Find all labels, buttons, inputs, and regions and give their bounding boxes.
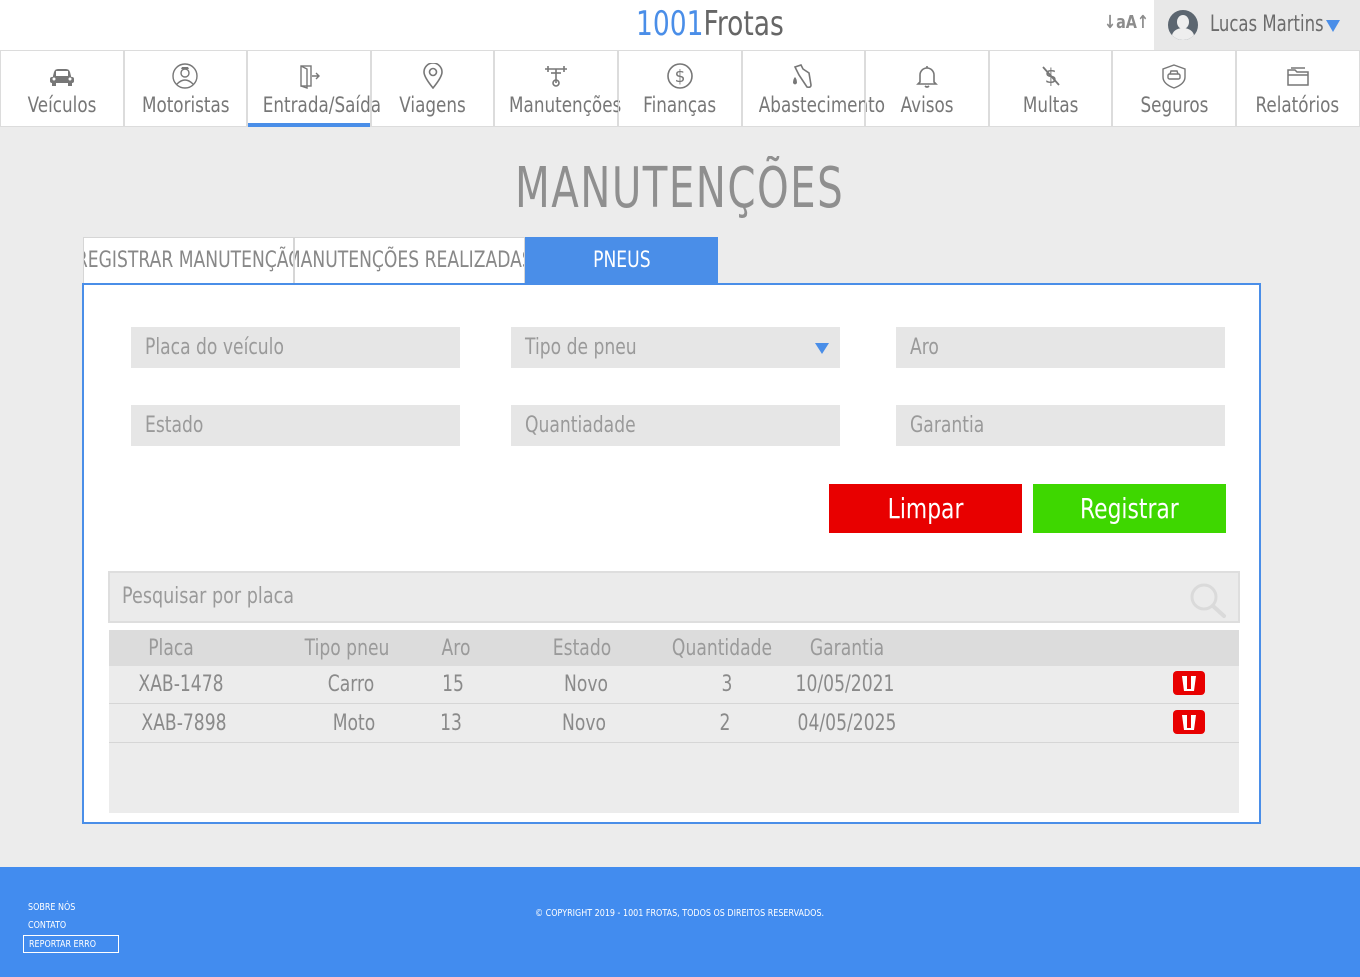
header-aro: Aro bbox=[441, 636, 471, 661]
nav-item-seguros[interactable]: Seguros bbox=[1112, 51, 1236, 127]
fine-icon: $ bbox=[1041, 64, 1060, 88]
tires-panel: Placa do veículo Tipo de pneu Aro Estado… bbox=[82, 283, 1261, 824]
nav-item-financas[interactable]: $ Finanças bbox=[617, 51, 742, 127]
dollar-icon: $ bbox=[666, 63, 693, 89]
nav-label-motoristas: Motoristas bbox=[141, 93, 230, 117]
chevron-down-icon bbox=[815, 343, 829, 354]
cell-tipo-pneu: Moto bbox=[332, 711, 376, 736]
trash-icon bbox=[1182, 676, 1196, 691]
fuel-nozzle-icon bbox=[793, 64, 813, 89]
chevron-down-icon[interactable] bbox=[1326, 20, 1340, 32]
logo-text: Frotas bbox=[703, 4, 784, 44]
table-header: Placa Tipo pneu Aro Estado Quantidade Ga… bbox=[109, 630, 1239, 666]
map-pin-icon bbox=[422, 63, 443, 89]
nav-label-financas: Finanças bbox=[643, 93, 717, 117]
cell-aro: 13 bbox=[440, 711, 462, 736]
tab-registrar-manutencao[interactable]: REGISTRAR MANUTENÇÃO bbox=[83, 237, 294, 284]
app-logo[interactable]: 1001Frotas bbox=[636, 4, 784, 44]
cell-aro: 15 bbox=[442, 672, 464, 697]
door-exit-icon bbox=[300, 65, 320, 89]
insurance-car-icon bbox=[1162, 64, 1186, 89]
nav-label-relatorios: Relatórios bbox=[1255, 93, 1340, 117]
table-row[interactable]: XAB-7898 Moto 13 Novo 2 04/05/2025 bbox=[109, 705, 1239, 743]
svg-text:$: $ bbox=[674, 67, 685, 87]
bell-icon bbox=[916, 66, 938, 88]
nav-item-entrada-saida[interactable]: Entrada/Saída bbox=[247, 51, 382, 127]
nav-item-manutencoes[interactable]: Manutenções bbox=[494, 51, 622, 127]
state-field[interactable]: Estado bbox=[131, 405, 460, 446]
logo-number: 1001 bbox=[636, 4, 704, 44]
cell-tipo-pneu: Carro bbox=[327, 672, 375, 697]
search-placeholder: Pesquisar por placa bbox=[122, 584, 295, 609]
driver-icon bbox=[172, 63, 199, 89]
footer-link-contato[interactable]: CONTATO bbox=[23, 917, 119, 935]
cell-placa: XAB-1478 bbox=[138, 672, 224, 697]
cell-garantia: 10/05/2021 bbox=[795, 672, 895, 697]
main-nav: Veículos Motoristas Entrada/Saída Viagen… bbox=[0, 50, 1360, 127]
avatar bbox=[1166, 8, 1200, 42]
top-bar: 1001Frotas ↓aA↑ Lucas Martins bbox=[0, 0, 1360, 50]
cell-estado: Novo bbox=[564, 672, 608, 697]
header-placa: Placa bbox=[148, 636, 194, 661]
trash-icon bbox=[1182, 715, 1196, 730]
folder-icon bbox=[1286, 67, 1309, 86]
nav-label-entrada-saida: Entrada/Saída bbox=[262, 93, 382, 117]
cell-quantidade: 2 bbox=[719, 711, 731, 736]
wrench-icon bbox=[545, 66, 568, 87]
cell-quantidade: 3 bbox=[721, 672, 733, 697]
nav-item-veiculos[interactable]: Veículos bbox=[0, 51, 124, 127]
rim-field[interactable]: Aro bbox=[896, 327, 1225, 368]
user-menu[interactable]: Lucas Martins bbox=[1154, 0, 1360, 50]
nav-label-veiculos: Veículos bbox=[27, 93, 97, 117]
quantity-field[interactable]: Quantiadade bbox=[511, 405, 840, 446]
header-tipo-pneu: Tipo pneu bbox=[304, 636, 390, 661]
font-size-control[interactable]: ↓aA↑ bbox=[1104, 12, 1149, 33]
search-input[interactable]: Pesquisar por placa bbox=[108, 571, 1240, 623]
nav-item-relatorios[interactable]: Relatórios bbox=[1235, 51, 1360, 127]
tire-type-select[interactable]: Tipo de pneu bbox=[511, 327, 840, 368]
report-error-button[interactable]: REPORTAR ERRO bbox=[23, 935, 119, 953]
clear-button[interactable]: Limpar bbox=[829, 484, 1022, 533]
table-row[interactable]: XAB-1478 Carro 15 Novo 3 10/05/2021 bbox=[109, 666, 1239, 704]
cell-placa: XAB-7898 bbox=[141, 711, 227, 736]
nav-item-multas[interactable]: $ Multas bbox=[988, 51, 1113, 127]
cell-estado: Novo bbox=[562, 711, 606, 736]
user-name: Lucas Martins bbox=[1210, 12, 1324, 37]
search-icon[interactable] bbox=[1188, 581, 1228, 619]
nav-item-avisos[interactable]: Avisos bbox=[865, 51, 989, 127]
footer: SOBRE NÓS CONTATO REPORTAR ERRO © COPYRI… bbox=[0, 867, 1360, 977]
nav-label-multas: Multas bbox=[1022, 93, 1079, 117]
nav-item-motoristas[interactable]: Motoristas bbox=[123, 51, 248, 127]
warranty-field[interactable]: Garantia bbox=[896, 405, 1225, 446]
delete-button[interactable] bbox=[1173, 671, 1205, 695]
nav-label-abastecimento: Abastecimento bbox=[758, 93, 885, 117]
tab-manutencoes-realizadas[interactable]: MANUTENÇÕES REALIZADAS bbox=[294, 237, 525, 284]
nav-label-manutencoes: Manutenções bbox=[509, 93, 622, 117]
tab-bar: REGISTRAR MANUTENÇÃO MANUTENÇÕES REALIZA… bbox=[83, 237, 718, 284]
nav-item-viagens[interactable]: Viagens bbox=[370, 51, 495, 127]
cell-garantia: 04/05/2025 bbox=[797, 711, 897, 736]
nav-label-seguros: Seguros bbox=[1140, 93, 1209, 117]
register-button[interactable]: Registrar bbox=[1033, 484, 1226, 533]
nav-label-viagens: Viagens bbox=[399, 93, 466, 117]
nav-label-avisos: Avisos bbox=[900, 93, 954, 117]
nav-item-abastecimento[interactable]: Abastecimento bbox=[741, 51, 885, 127]
plate-field[interactable]: Placa do veículo bbox=[131, 327, 460, 368]
tires-table: Placa Tipo pneu Aro Estado Quantidade Ga… bbox=[109, 630, 1239, 813]
tab-pneus[interactable]: PNEUS bbox=[525, 237, 718, 284]
header-quantidade: Quantidade bbox=[671, 636, 773, 661]
car-icon bbox=[49, 69, 74, 86]
copyright-text: © COPYRIGHT 2019 - 1001 FROTAS, TODOS OS… bbox=[535, 908, 825, 919]
page-title: MANUTENÇÕES bbox=[515, 156, 845, 221]
header-estado: Estado bbox=[552, 636, 612, 661]
delete-button[interactable] bbox=[1173, 710, 1205, 734]
header-garantia: Garantia bbox=[809, 636, 885, 661]
